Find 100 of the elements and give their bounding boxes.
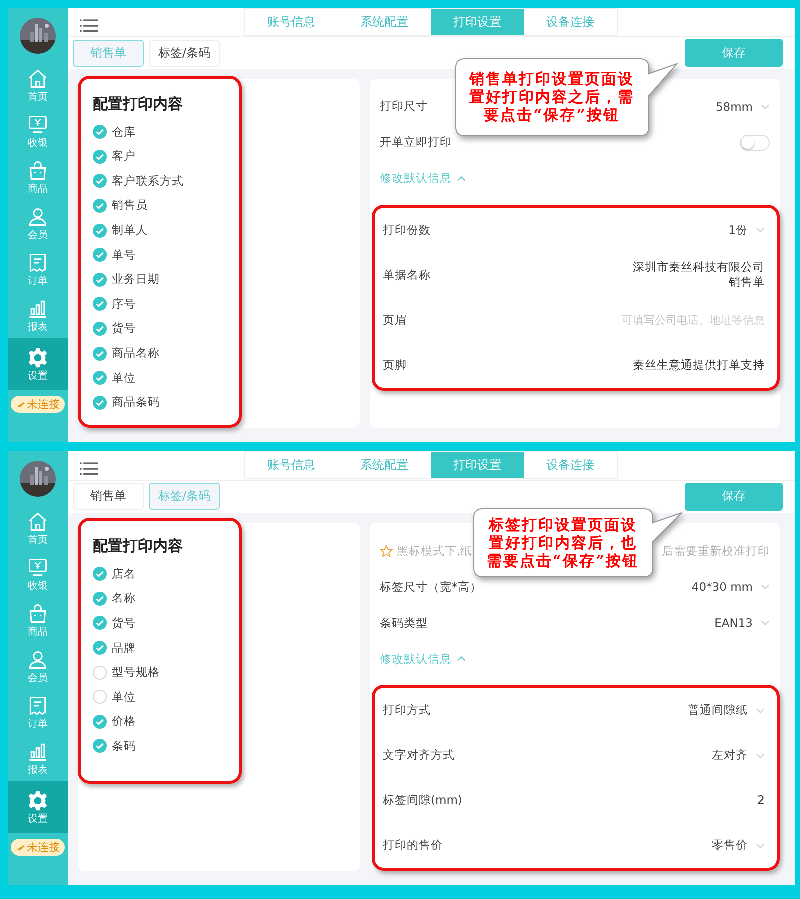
nav-item[interactable]: 报表 <box>8 292 68 338</box>
callout-text: 标签打印设置页面设置好打印内容后，也需要点击“保存”按钮 <box>486 516 640 570</box>
caret-icon <box>457 176 466 182</box>
nav-item[interactable]: 会员 <box>8 643 68 689</box>
avatar[interactable] <box>20 461 56 497</box>
select-field[interactable]: EAN13 <box>714 616 770 630</box>
section-title: 配置打印内容 <box>93 537 184 556</box>
checked-icon[interactable] <box>93 396 107 410</box>
nav-item[interactable]: 首页 <box>8 505 68 551</box>
checked-icon[interactable] <box>93 248 107 262</box>
user-icon <box>27 206 49 228</box>
save-button[interactable]: 保存 <box>685 482 783 511</box>
chevron-icon <box>756 842 765 848</box>
nav-item[interactable]: 报表 <box>8 735 68 781</box>
star-icon <box>380 544 393 558</box>
checked-icon[interactable] <box>93 150 107 164</box>
notice-text: 后需要重新校准打印 <box>662 544 770 558</box>
checked-icon[interactable] <box>93 224 107 238</box>
option-label: 品牌 <box>112 640 136 656</box>
checked-icon[interactable] <box>93 272 107 287</box>
input-field[interactable]: 可填写公司电话、地址等信息 <box>545 314 765 327</box>
save-button[interactable]: 保存 <box>685 39 783 68</box>
tab[interactable]: 打印设置 <box>431 9 524 36</box>
expand-link[interactable]: 修改默认信息 <box>380 171 466 186</box>
checked-icon[interactable] <box>93 371 107 386</box>
option-label: 仓库 <box>112 124 136 140</box>
checked-icon[interactable] <box>93 198 107 213</box>
nav-item[interactable]: 订单 <box>8 246 68 292</box>
nav-item[interactable]: 收银 <box>8 108 68 154</box>
caret-icon <box>457 656 466 662</box>
checked-icon[interactable] <box>93 616 107 630</box>
toggle-switch[interactable] <box>740 134 770 151</box>
option-label: 商品名称 <box>112 346 160 362</box>
select-field[interactable]: 1份 <box>728 222 765 238</box>
monitor-icon <box>27 114 49 136</box>
setting-label: 页脚 <box>383 358 407 373</box>
setting-value[interactable]: 深圳市秦丝科技有限公司 <box>633 260 765 276</box>
sub-tab[interactable]: 标签/条码 <box>149 40 220 67</box>
checked-icon[interactable] <box>93 322 107 336</box>
unchecked-icon[interactable] <box>93 666 107 680</box>
checked-icon[interactable] <box>93 714 107 729</box>
option-label: 商品条码 <box>112 395 160 410</box>
setting-value[interactable]: 秦丝生意通提供打单支持 <box>633 358 765 373</box>
sub-tab[interactable]: 销售单 <box>73 483 144 510</box>
checked-icon[interactable] <box>93 346 107 361</box>
checked-icon[interactable] <box>93 567 107 582</box>
nav-item[interactable]: 会员 <box>8 200 68 246</box>
unchecked-icon[interactable] <box>93 690 107 704</box>
chevron-icon <box>756 227 765 234</box>
checked-icon[interactable] <box>93 125 107 140</box>
avatar[interactable] <box>20 18 56 54</box>
select-field[interactable]: 左对齐 <box>712 748 765 763</box>
option-label: 货号 <box>112 616 136 631</box>
setting-label: 打印尺寸 <box>380 99 428 114</box>
setting-label: 打印方式 <box>383 703 431 718</box>
chevron-icon <box>761 104 770 110</box>
nav-item[interactable]: 收银 <box>8 551 68 597</box>
option-label: 序号 <box>112 296 136 312</box>
checked-icon[interactable] <box>93 174 107 188</box>
sub-tab[interactable]: 标签/条码 <box>149 483 220 510</box>
checked-icon[interactable] <box>93 739 107 754</box>
option-label: 业务日期 <box>112 272 160 288</box>
option-label: 销售员 <box>112 198 148 214</box>
setting-label: 页眉 <box>383 312 407 328</box>
option-label: 单号 <box>112 248 136 263</box>
select-field[interactable]: 40*30 mm <box>692 580 770 594</box>
menu-icon[interactable] <box>80 462 98 476</box>
expand-link[interactable]: 修改默认信息 <box>380 652 466 666</box>
chevron-icon <box>756 708 765 714</box>
checked-icon[interactable] <box>93 592 107 606</box>
setting-value[interactable]: 销售单 <box>729 275 765 290</box>
checked-icon[interactable] <box>93 641 107 656</box>
checked-icon[interactable] <box>93 297 107 312</box>
setting-label: 打印份数 <box>383 222 431 238</box>
select-field[interactable]: 58mm <box>716 100 770 114</box>
nav-item[interactable]: 订单 <box>8 689 68 735</box>
option-label: 单位 <box>112 370 136 386</box>
setting-value[interactable]: 2 <box>758 793 765 808</box>
nav-item[interactable]: 首页 <box>8 62 68 108</box>
tab[interactable]: 打印设置 <box>431 452 524 478</box>
setting-label: 标签尺寸（宽*高） <box>380 580 482 594</box>
nav-item[interactable]: 设置 <box>8 338 68 390</box>
chevron-icon <box>761 584 770 590</box>
setting-label: 文字对齐方式 <box>383 748 455 763</box>
nav-item[interactable]: 设置 <box>8 781 68 833</box>
option-label: 客户联系方式 <box>112 174 184 189</box>
select-field[interactable]: 普通间隙纸 <box>688 703 765 718</box>
receipt-icon <box>27 252 49 274</box>
home-icon <box>27 510 49 532</box>
gear-icon <box>27 790 49 812</box>
option-label: 价格 <box>112 714 136 730</box>
select-field[interactable]: 零售价 <box>712 838 765 853</box>
bag-icon <box>27 602 49 624</box>
menu-icon[interactable] <box>80 19 98 33</box>
pen-icon <box>16 400 26 408</box>
nav-item[interactable]: 商品 <box>8 154 68 200</box>
nav-item[interactable]: 商品 <box>8 597 68 643</box>
chevron-icon <box>761 620 770 626</box>
sub-tab[interactable]: 销售单 <box>73 40 144 67</box>
chevron-icon <box>756 752 765 758</box>
